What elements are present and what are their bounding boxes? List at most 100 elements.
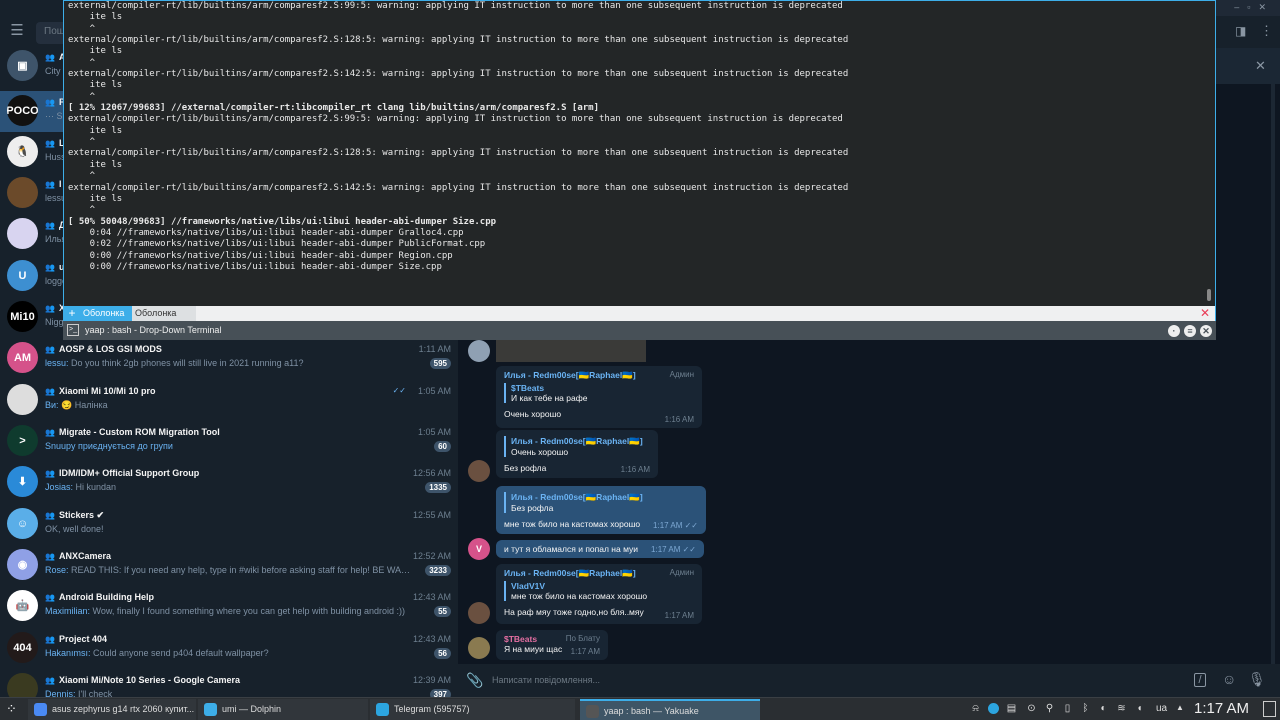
- keep-open-icon[interactable]: ·: [1168, 325, 1180, 337]
- unread-badge: 3233: [425, 565, 451, 576]
- taskbar-item[interactable]: Telegram (595757): [370, 699, 575, 720]
- terminal-line: 0:00 //frameworks/native/libs/ui:libui h…: [68, 261, 442, 272]
- chat-time: 12:55 AM: [412, 510, 451, 520]
- terminal-tab-bar: + Оболонка Оболонка №2 ✕: [64, 306, 1215, 333]
- group-icon: 👥: [45, 345, 55, 354]
- message-bubble[interactable]: $TBeats По Блату Я на миуи щас 1:17 AM: [496, 630, 608, 660]
- app-icon: [204, 703, 217, 716]
- message-bubble[interactable]: Илья - Redm00se[🇺🇦Raphael🇺🇦] Без рофла мне…: [496, 486, 706, 534]
- group-icon: 👥: [45, 676, 55, 685]
- tray-expand-icon[interactable]: ▲: [1176, 703, 1184, 712]
- sidebar-toggle-icon[interactable]: ◨: [1235, 24, 1246, 38]
- show-desktop-button[interactable]: [1263, 701, 1276, 717]
- bluetooth-icon[interactable]: ᛒ: [1080, 703, 1091, 714]
- chat-list-item[interactable]: 404 👥 Project 404 Hakanımsı: Could anyone s…: [0, 628, 458, 669]
- terminal-output[interactable]: external/compiler-rt/lib/builtins/arm/co…: [68, 1, 848, 273]
- reply-quote[interactable]: $TBeats И как тебе на рафе: [504, 383, 694, 403]
- chat-list-item[interactable]: ⬇ 👥 IDM/IDM+ Official Support Group Josias:…: [0, 462, 458, 503]
- close-icon[interactable]: ✕: [1200, 325, 1212, 337]
- message-input[interactable]: Написати повідомлення...: [492, 675, 600, 685]
- preview-sender: Rose:: [45, 565, 69, 575]
- chat-name: 👥 X: [45, 303, 65, 313]
- reply-quote[interactable]: Илья - Redm00se[🇺🇦Raphael🇺🇦] Очень хорошо: [504, 436, 650, 457]
- window-controls[interactable]: –▫✕: [1234, 2, 1274, 13]
- author-role: По Блату: [565, 634, 600, 643]
- message-bubble[interactable]: и тут я обламался и попал на муи 1:17 AM …: [496, 540, 704, 558]
- chat-list-item[interactable]: ☺ 👥 Stickers ✔ OK, well done! 12:55 AM: [0, 504, 458, 545]
- commands-icon[interactable]: /: [1194, 673, 1206, 687]
- chat-list-item[interactable]: 👥 Xiaomi Mi 10/Mi 10 pro Ви: 😏 Налінка 1:05…: [0, 380, 458, 421]
- chat-name: 👥 l: [45, 179, 61, 189]
- reply-quote[interactable]: Илья - Redm00se[🇺🇦Raphael🇺🇦] Без рофла: [504, 492, 698, 513]
- chat-preview: ··· S: [45, 111, 63, 121]
- microphone-icon[interactable]: 🎙: [1248, 671, 1266, 688]
- media-icon[interactable]: ⊙: [1026, 703, 1037, 714]
- preview-text: Could anyone send p404 default wallpaper…: [90, 648, 269, 658]
- more-icon[interactable]: ⋮: [1260, 23, 1273, 39]
- terminal-line: ite ls: [68, 159, 123, 170]
- tab-shell-1[interactable]: Оболонка: [80, 306, 132, 321]
- preview-sender: Snuupy приєднується до групи: [45, 441, 173, 451]
- preview-sender: Dennis:: [45, 689, 76, 697]
- group-icon: 👥: [45, 387, 55, 396]
- taskbar-item[interactable]: umi — Dolphin: [198, 699, 368, 720]
- reply-quote[interactable]: VladV1V мне тож било на кастомах хорошо: [504, 581, 694, 601]
- chat-time: 12:43 AM: [412, 592, 451, 602]
- app-launcher-icon[interactable]: ⁘: [6, 701, 17, 717]
- chat-preview: Snuupy приєднується до групи: [45, 441, 173, 451]
- group-icon: 👥: [45, 511, 55, 520]
- yakuake-terminal[interactable]: external/compiler-rt/lib/builtins/arm/co…: [63, 0, 1216, 333]
- group-icon: 👥: [45, 221, 55, 230]
- close-tab-icon[interactable]: ✕: [1197, 306, 1213, 321]
- chat-preview: Rose: READ THIS: If you need any help, t…: [45, 565, 415, 575]
- attach-icon[interactable]: 📎: [466, 672, 483, 689]
- wifi-icon[interactable]: ≋: [1116, 703, 1127, 714]
- avatar: [7, 384, 38, 415]
- chat-list-item[interactable]: > 👥 Migrate - Custom ROM Migration Tool Snu…: [0, 421, 458, 462]
- message-time: 1:17 AM: [570, 647, 600, 656]
- preview-text: 😏 Налінка: [58, 400, 108, 410]
- notification-icon[interactable]: ⍾: [970, 703, 981, 714]
- new-tab-button[interactable]: +: [64, 306, 80, 321]
- terminal-line: ^: [68, 171, 96, 182]
- telegram-tray-icon[interactable]: [988, 703, 999, 714]
- terminal-scrollbar[interactable]: [1207, 289, 1211, 301]
- avatar: ☺: [7, 508, 38, 539]
- volume-icon[interactable]: ◖: [1134, 703, 1145, 714]
- chat-list-item[interactable]: ◉ 👥 ANXCamera Rose: READ THIS: If you need …: [0, 545, 458, 586]
- message-bubble[interactable]: Илья - Redm00se[🇺🇦Raphael🇺🇦] Очень хорошо…: [496, 430, 658, 478]
- message-bubble[interactable]: Илья - Redm00se[🇺🇦Raphael🇺🇦] Админ VladV1V…: [496, 564, 702, 624]
- avatar: POCO: [7, 95, 38, 126]
- kdeconnect-icon[interactable]: ⚲: [1044, 703, 1055, 714]
- taskbar: ⁘ asus zephyrus g14 rtx 2060 купит... umi…: [0, 697, 1280, 720]
- keyboard-layout[interactable]: ua: [1156, 703, 1167, 714]
- terminal-line: external/compiler-rt/lib/builtins/arm/co…: [68, 35, 849, 46]
- message-author: Илья - Redm00se[🇺🇦Raphael🇺🇦]: [504, 568, 636, 578]
- menu-icon[interactable]: ≡: [1184, 325, 1196, 337]
- chat-name: 👥 u: [45, 262, 64, 272]
- avatar: 🐧: [7, 136, 38, 167]
- terminal-line: ite ls: [68, 80, 123, 91]
- message-bubble[interactable]: Илья - Redm00se[🇺🇦Raphael🇺🇦] Админ $TBeats…: [496, 366, 702, 428]
- avatar: 404: [7, 632, 38, 663]
- close-icon[interactable]: ✕: [1255, 58, 1266, 74]
- tab-shell-2[interactable]: Оболонка №2: [132, 306, 196, 333]
- unread-badge: 60: [434, 441, 451, 452]
- chat-name: 👥 Migrate - Custom ROM Migration Tool: [45, 427, 220, 437]
- preview-text: OK, well done!: [45, 524, 104, 534]
- taskbar-item[interactable]: yaap : bash — Yakuake: [580, 699, 760, 720]
- chat-list-item[interactable]: 👥 Xiaomi Mi/Note 10 Series - Google Camer…: [0, 669, 458, 697]
- avatar: [7, 218, 38, 249]
- avatar: [468, 602, 490, 624]
- chat-title: l: [58, 179, 62, 189]
- clipboard-icon[interactable]: ▯: [1062, 703, 1073, 714]
- chat-list-item[interactable]: AM 👥 AOSP & LOS GSI MODS lessu: Do you thin…: [0, 338, 458, 379]
- clock[interactable]: 1:17 AM: [1194, 700, 1249, 717]
- menu-icon[interactable]: ☰: [8, 22, 26, 40]
- emoji-icon[interactable]: ☺: [1222, 671, 1236, 687]
- taskbar-item[interactable]: asus zephyrus g14 rtx 2060 купит...: [28, 699, 196, 720]
- battery-icon[interactable]: ◐: [1098, 703, 1109, 714]
- yakuake-tray-icon[interactable]: ▤: [1006, 703, 1017, 714]
- chat-name: 👥 AOSP & LOS GSI MODS: [45, 344, 162, 354]
- chat-list-item[interactable]: 🤖 👥 Android Building Help Maximilian: Wow, …: [0, 586, 458, 627]
